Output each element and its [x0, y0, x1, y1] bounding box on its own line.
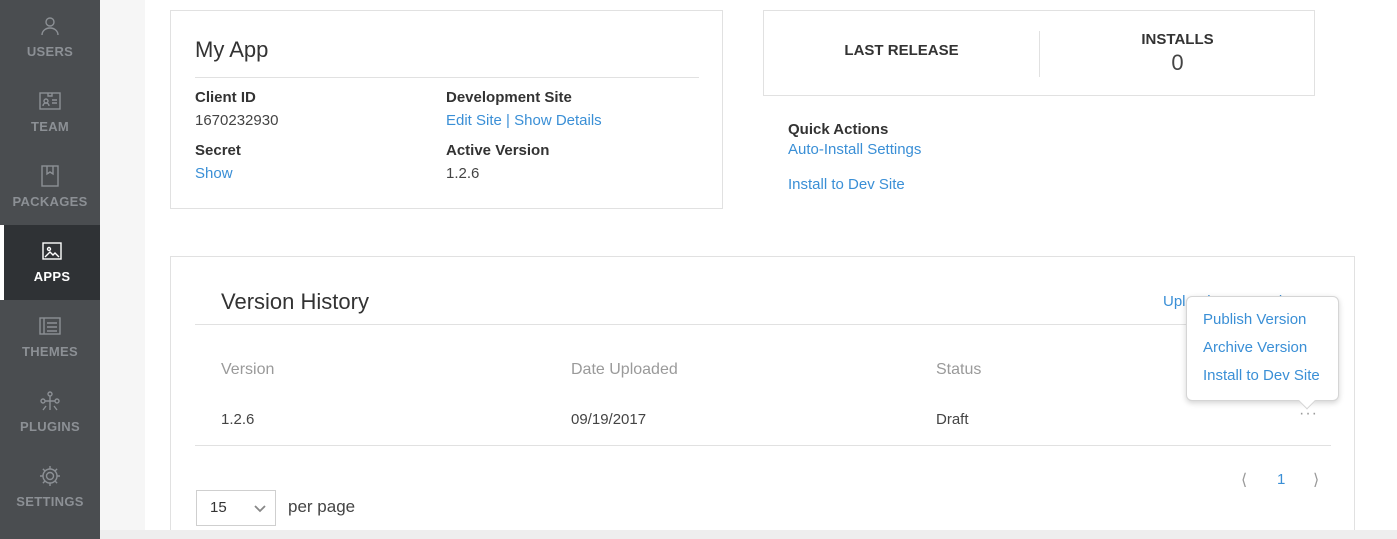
stats-card: LAST RELEASE INSTALLS 0 — [763, 10, 1315, 96]
sidebar-item-label: TEAM — [30, 119, 70, 134]
package-icon — [37, 164, 63, 188]
link-separator: | — [506, 112, 510, 129]
main-content: My App Client ID 1670232930 Secret Show … — [100, 0, 1397, 539]
app-title: My App — [195, 37, 269, 62]
content-panel: My App Client ID 1670232930 Secret Show … — [145, 0, 1397, 539]
app-details-card: My App Client ID 1670232930 Secret Show … — [170, 10, 723, 209]
install-to-dev-site-menu-item[interactable]: Install to Dev Site — [1203, 367, 1320, 384]
version-history-title: Version History — [221, 289, 369, 314]
version-history-card: Version History Upload New Version Versi… — [170, 256, 1355, 539]
dev-site-links: Edit Site | Show Details — [446, 112, 602, 129]
installs-value: 0 — [1171, 50, 1184, 75]
active-version-label: Active Version — [446, 142, 550, 159]
sidebar-item-plugins[interactable]: PLUGINS — [0, 375, 100, 450]
show-secret-link[interactable]: Show — [195, 165, 233, 182]
user-icon — [37, 14, 63, 38]
column-header-status[interactable]: Status — [936, 361, 981, 379]
sidebar-item-label: PLUGINS — [20, 419, 80, 434]
sidebar-item-label: USERS — [26, 44, 74, 59]
sidebar-item-packages[interactable]: PACKAGES — [0, 150, 100, 225]
sidebar-item-label: THEMES — [22, 344, 78, 359]
date-cell: 09/19/2017 — [571, 411, 647, 428]
per-page-label: per page — [288, 497, 356, 516]
show-details-link[interactable]: Show Details — [514, 112, 602, 129]
image-icon — [39, 239, 65, 263]
pager-page-1[interactable]: 1 — [1277, 471, 1285, 488]
per-page-select[interactable]: 15 — [196, 490, 276, 526]
divider — [195, 445, 1331, 446]
bottom-strip — [100, 530, 1397, 539]
sidebar-item-themes[interactable]: THEMES — [0, 300, 100, 375]
sidebar-item-users[interactable]: USERS — [0, 0, 100, 75]
install-to-dev-site-link[interactable]: Install to Dev Site — [788, 176, 905, 193]
active-version-value: 1.2.6 — [446, 165, 480, 182]
pager-prev-icon[interactable]: ⟨ — [1241, 470, 1247, 490]
auto-install-settings-link[interactable]: Auto-Install Settings — [788, 141, 921, 158]
dev-site-label: Development Site — [446, 89, 572, 106]
pager-next-icon[interactable]: ⟩ — [1313, 470, 1319, 490]
publish-version-menu-item[interactable]: Publish Version — [1203, 311, 1306, 328]
sidebar-item-settings[interactable]: SETTINGS — [0, 450, 100, 525]
column-header-version[interactable]: Version — [221, 361, 274, 379]
sidebar-item-label: APPS — [33, 269, 71, 284]
column-header-date-uploaded[interactable]: Date Uploaded — [571, 361, 678, 379]
secret-label: Secret — [195, 142, 241, 159]
client-id-label: Client ID — [195, 89, 256, 106]
sidebar-item-label: PACKAGES — [12, 194, 88, 209]
theme-icon — [37, 314, 63, 338]
per-page-value: 15 — [210, 499, 227, 516]
plugin-icon — [37, 389, 63, 413]
divider — [195, 77, 699, 78]
divider — [195, 324, 1331, 325]
edit-site-link[interactable]: Edit Site — [446, 112, 502, 129]
status-cell: Draft — [936, 411, 969, 428]
sidebar-item-apps[interactable]: APPS — [0, 225, 100, 300]
installs-label: INSTALLS — [1141, 31, 1214, 48]
version-cell: 1.2.6 — [221, 411, 255, 428]
quick-actions-title: Quick Actions — [788, 121, 889, 138]
archive-version-menu-item[interactable]: Archive Version — [1203, 339, 1307, 356]
sidebar-item-team[interactable]: TEAM — [0, 75, 100, 150]
sidebar-item-label: SETTINGS — [16, 494, 84, 509]
id-card-icon — [37, 89, 63, 113]
last-release-label: LAST RELEASE — [844, 42, 959, 59]
gear-icon — [37, 464, 63, 488]
client-id-value: 1670232930 — [195, 112, 279, 129]
chevron-down-icon — [254, 505, 266, 513]
sidebar: USERS TEAM PACKAGES APPS THEMES PLUGINS — [0, 0, 100, 539]
version-actions-popover: Publish Version Archive Version Install … — [1186, 296, 1339, 410]
